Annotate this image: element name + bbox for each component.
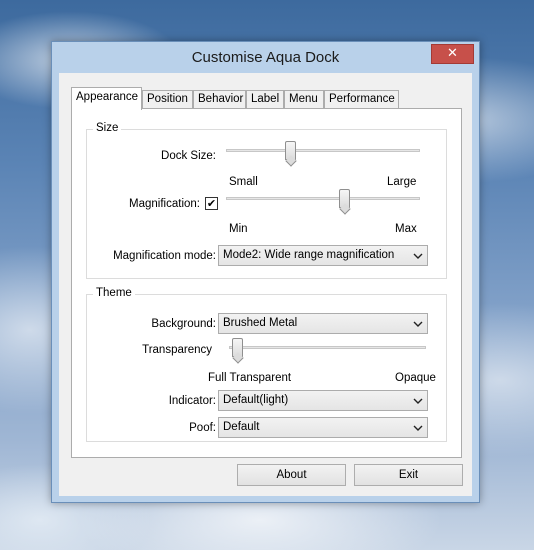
magnification-checkbox[interactable]: ✔: [205, 197, 218, 210]
magnification-slider[interactable]: [339, 189, 351, 208]
theme-group: Theme Background: Brushed Metal Transpar…: [86, 287, 447, 442]
magnification-mode-value: Mode2: Wide range magnification: [223, 249, 395, 261]
background-label: Background:: [151, 318, 216, 330]
dock-size-track: [226, 149, 420, 152]
transparency-min-label: Full Transparent: [208, 372, 292, 384]
close-button[interactable]: ✕: [431, 44, 474, 64]
background-select[interactable]: Brushed Metal: [218, 313, 428, 334]
indicator-label: Indicator:: [168, 395, 216, 407]
magnification-label: Magnification:: [129, 198, 200, 210]
checkmark-icon: ✔: [206, 197, 217, 210]
about-button[interactable]: About: [237, 464, 346, 486]
chevron-down-icon: [413, 425, 423, 431]
background-value: Brushed Metal: [223, 317, 298, 329]
magnification-min-label: Min: [229, 223, 248, 235]
chevron-down-icon: [413, 321, 423, 327]
settings-window: Customise Aqua Dock ✕ Appearance Positio…: [51, 41, 480, 503]
tab-appearance[interactable]: Appearance: [71, 87, 142, 110]
transparency-max-label: Opaque: [395, 372, 436, 384]
tab-performance[interactable]: Performance: [324, 90, 399, 108]
tab-behavior[interactable]: Behavior: [193, 90, 246, 108]
chevron-down-icon: [413, 398, 423, 404]
chevron-down-icon: [413, 253, 423, 259]
title-bar[interactable]: Customise Aqua Dock ✕: [52, 42, 479, 74]
indicator-select[interactable]: Default(light): [218, 390, 428, 411]
client-area: Appearance Position Behavior Label Menu …: [59, 73, 472, 496]
appearance-panel: Size Dock Size: Small Large Magnificatio…: [71, 108, 462, 458]
magnification-mode-label: Magnification mode:: [113, 250, 216, 262]
size-group-title: Size: [93, 122, 122, 134]
window-title: Customise Aqua Dock: [191, 49, 340, 66]
transparency-slider[interactable]: [231, 338, 243, 357]
magnification-max-label: Max: [395, 223, 417, 235]
magnification-mode-select[interactable]: Mode2: Wide range magnification: [218, 245, 428, 266]
dock-size-slider[interactable]: [285, 141, 297, 160]
poof-label: Poof:: [189, 422, 216, 434]
exit-button[interactable]: Exit: [354, 464, 463, 486]
dock-size-label: Dock Size:: [161, 150, 216, 162]
size-group: Size Dock Size: Small Large Magnificatio…: [86, 122, 447, 279]
transparency-label: Transparency: [142, 344, 212, 356]
tab-label[interactable]: Label: [246, 90, 284, 108]
theme-group-title: Theme: [93, 287, 135, 299]
dock-size-max-label: Large: [387, 176, 417, 188]
magnification-track: [226, 197, 420, 200]
tab-menu[interactable]: Menu: [284, 90, 324, 108]
tab-position[interactable]: Position: [142, 90, 193, 108]
transparency-track: [229, 346, 426, 349]
poof-select[interactable]: Default: [218, 417, 428, 438]
dock-size-min-label: Small: [229, 176, 258, 188]
poof-value: Default: [223, 421, 260, 433]
close-icon: ✕: [447, 46, 458, 61]
indicator-value: Default(light): [223, 394, 289, 406]
